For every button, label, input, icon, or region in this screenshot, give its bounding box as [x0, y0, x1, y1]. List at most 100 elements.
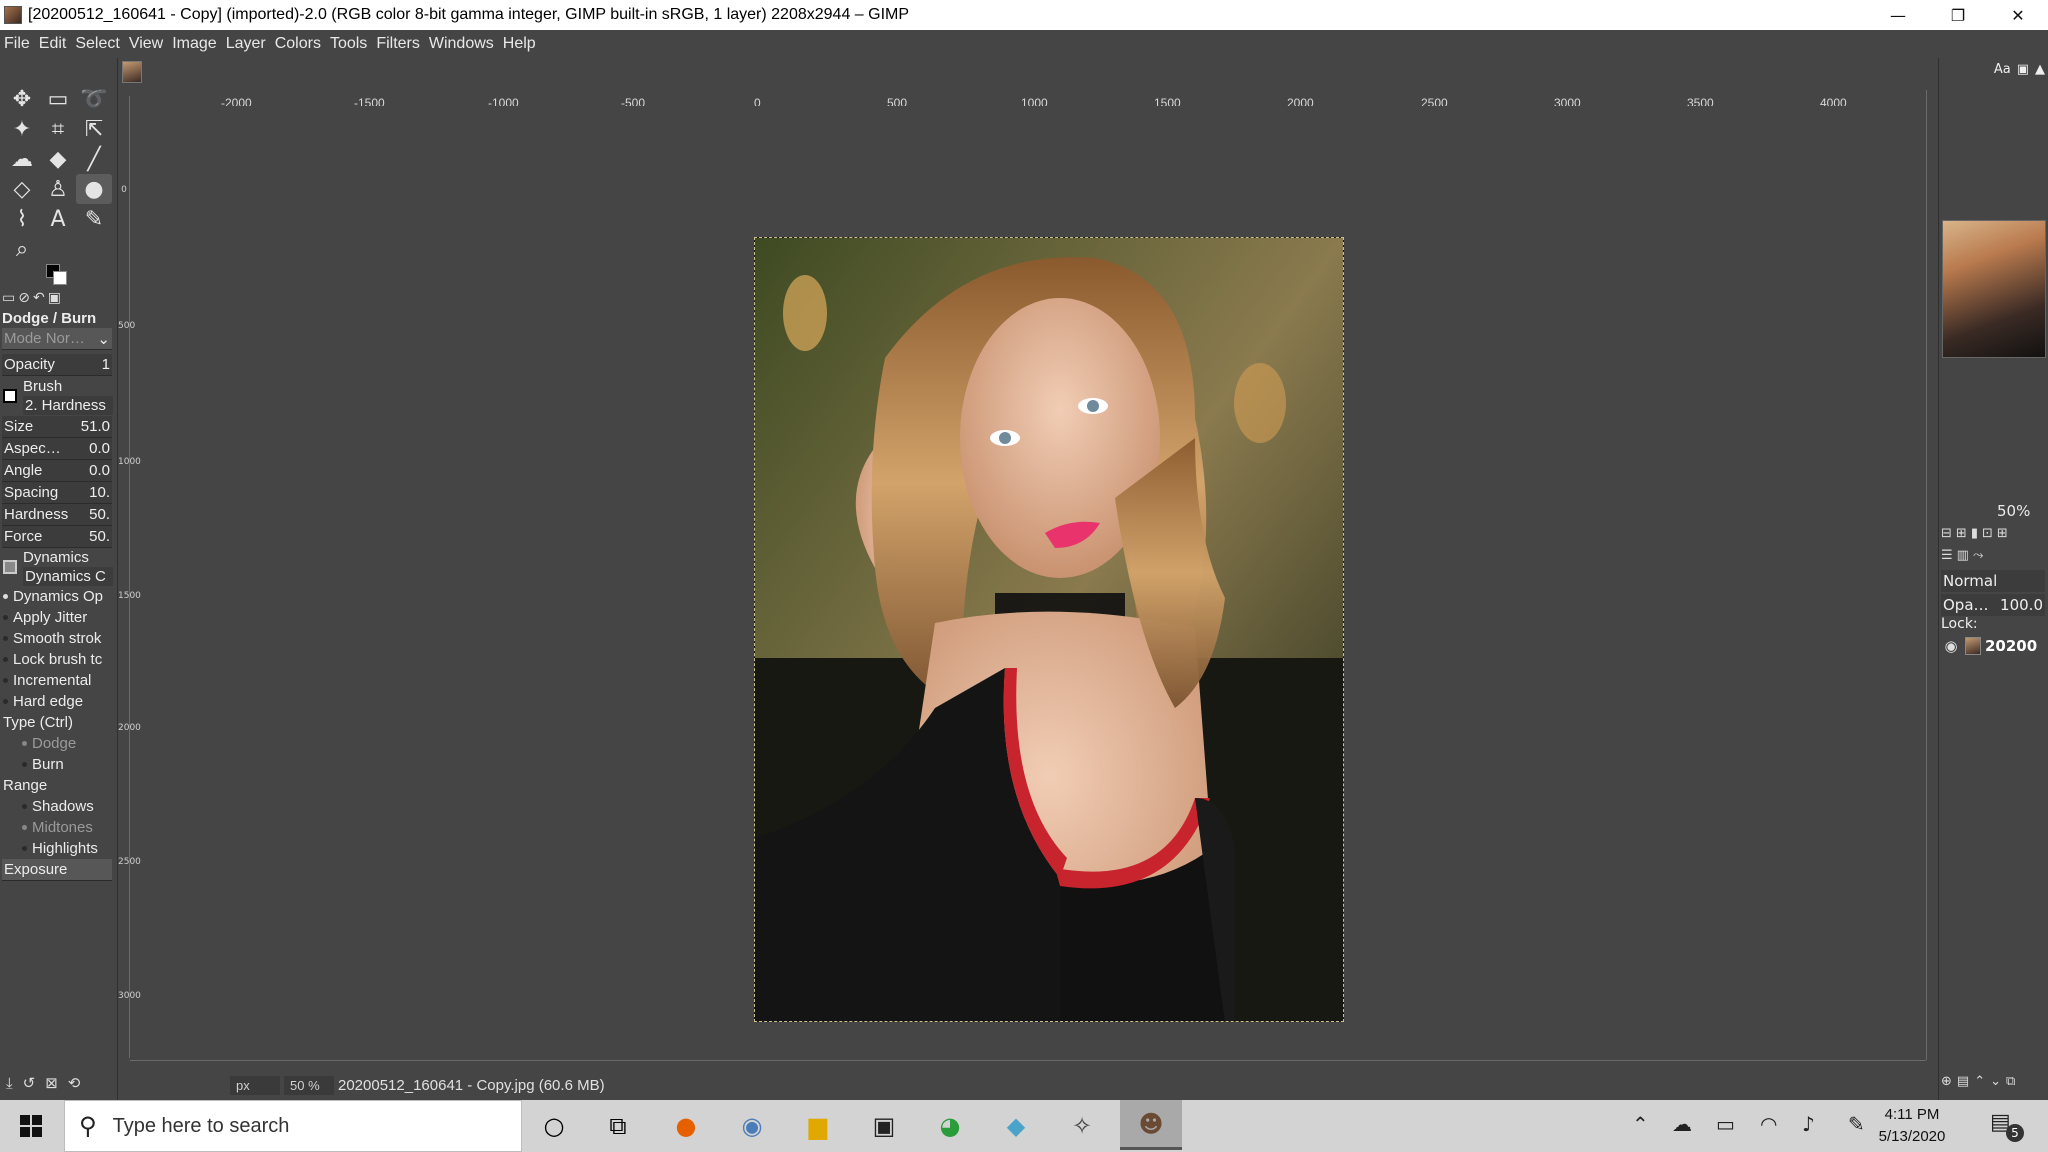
- menu-help[interactable]: Help: [499, 35, 541, 53]
- type-burn-radio[interactable]: Burn: [0, 754, 114, 775]
- range-shadows-radio[interactable]: Shadows: [0, 796, 114, 817]
- type-dodge-radio[interactable]: Dodge: [0, 733, 114, 754]
- hardness-slider[interactable]: Hardness 50.: [2, 504, 112, 526]
- layer-opacity-slider[interactable]: Opa… 100.0: [1941, 594, 2045, 616]
- layer-item[interactable]: ◉ 20200: [1941, 634, 2047, 658]
- taskbar-search-box[interactable]: ⚲ Type here to search: [64, 1100, 522, 1152]
- onedrive-cloud-icon[interactable]: ☁: [1672, 1112, 1692, 1136]
- menu-layer[interactable]: Layer: [222, 35, 271, 53]
- zoom-select[interactable]: 50 %: [284, 1075, 334, 1095]
- battery-icon[interactable]: ▭: [1716, 1112, 1735, 1136]
- incremental-checkbox[interactable]: Incremental: [0, 670, 114, 691]
- magnifier-app-icon[interactable]: ✧: [1062, 1108, 1102, 1144]
- opacity-slider[interactable]: Opacity 1: [2, 354, 112, 376]
- dynamics-options-expander[interactable]: Dynamics Op: [0, 586, 114, 607]
- paths-tab-icon[interactable]: ⤳: [1973, 548, 1983, 566]
- mode-select[interactable]: Mode Nor… ⌄: [2, 328, 112, 350]
- images-tab-icon[interactable]: ▣: [48, 290, 61, 306]
- zoom-in-icon[interactable]: ⊞: [1956, 526, 1967, 544]
- menu-select[interactable]: Select: [71, 35, 124, 53]
- dodge-burn-tool-icon[interactable]: ●: [76, 174, 112, 204]
- undo-history-tab-icon[interactable]: ↶: [33, 290, 45, 306]
- text-tool-icon[interactable]: A: [40, 204, 76, 234]
- unit-select[interactable]: px: [230, 1075, 280, 1095]
- navigation-tab-icon[interactable]: ▣: [2017, 62, 2029, 77]
- menu-filters[interactable]: Filters: [372, 35, 425, 53]
- smooth-stroke-checkbox[interactable]: Smooth strok: [0, 628, 114, 649]
- menu-view[interactable]: View: [125, 35, 168, 53]
- zoom-1-1-icon[interactable]: ▮: [1971, 526, 1978, 544]
- tool-options-tab-icon[interactable]: ▭: [2, 290, 15, 306]
- navigation-preview[interactable]: [1942, 220, 2046, 358]
- eraser-app-icon[interactable]: ◆: [996, 1108, 1036, 1144]
- layer-group-icon[interactable]: ▤: [1957, 1074, 1969, 1089]
- zoom-fit-icon[interactable]: ⊡: [1982, 526, 1993, 544]
- lasso-tool-icon[interactable]: ➰: [76, 84, 112, 114]
- cortana-icon[interactable]: ○: [534, 1108, 574, 1144]
- lower-layer-icon[interactable]: ⌄: [1990, 1074, 2001, 1089]
- volume-icon[interactable]: ♪: [1802, 1112, 1815, 1136]
- range-midtones-radio[interactable]: Midtones: [0, 817, 114, 838]
- delete-options-icon[interactable]: ⊠: [45, 1074, 58, 1092]
- vertical-scrollbar[interactable]: [1926, 90, 1936, 1060]
- new-layer-icon[interactable]: ⊕: [1941, 1074, 1952, 1089]
- warp-tool-icon[interactable]: ☁: [4, 144, 40, 174]
- restore-button[interactable]: ❐: [1928, 0, 1988, 30]
- transform-tool-icon[interactable]: ⇱: [76, 114, 112, 144]
- visibility-eye-icon[interactable]: ◉: [1941, 637, 1961, 655]
- file-explorer-icon[interactable]: ▆: [798, 1108, 838, 1144]
- task-view-icon[interactable]: ⧉: [598, 1108, 638, 1144]
- eraser-tool-icon[interactable]: ◇: [4, 174, 40, 204]
- rect-select-tool-icon[interactable]: ▭: [40, 84, 76, 114]
- aspect-slider[interactable]: Aspec… 0.0: [2, 438, 112, 460]
- photos-app-icon[interactable]: ▣: [864, 1108, 904, 1144]
- fuzzy-select-tool-icon[interactable]: ✦: [4, 114, 40, 144]
- wifi-icon[interactable]: ◠: [1760, 1112, 1777, 1136]
- action-center-button[interactable]: ▤ 5: [1990, 1110, 2024, 1142]
- menu-colors[interactable]: Colors: [271, 35, 326, 53]
- minimize-button[interactable]: —: [1868, 0, 1928, 30]
- shrink-wrap-icon[interactable]: ⊞: [1997, 526, 2008, 544]
- menu-edit[interactable]: Edit: [35, 35, 72, 53]
- duplicate-layer-icon[interactable]: ⧉: [2006, 1074, 2015, 1089]
- system-clock[interactable]: 4:11 PM 5/13/2020: [1862, 1104, 1962, 1148]
- show-hidden-icons-chevron[interactable]: ⌃: [1632, 1112, 1649, 1136]
- windows-start-button[interactable]: [0, 1100, 62, 1152]
- move-tool-icon[interactable]: ✥: [4, 84, 40, 114]
- fg-bg-colors[interactable]: [46, 264, 68, 286]
- raise-layer-icon[interactable]: ⌃: [1974, 1074, 1985, 1089]
- bucket-fill-tool-icon[interactable]: ◆: [40, 144, 76, 174]
- restore-options-icon[interactable]: ↺: [23, 1074, 36, 1092]
- menu-image[interactable]: Image: [168, 35, 221, 53]
- apply-jitter-checkbox[interactable]: Apply Jitter: [0, 607, 114, 628]
- menu-windows[interactable]: Windows: [425, 35, 499, 53]
- close-button[interactable]: ✕: [1988, 0, 2048, 30]
- crop-tool-icon[interactable]: ⌗: [40, 114, 76, 144]
- image-tab-thumbnail[interactable]: [122, 61, 142, 83]
- portrait-photo[interactable]: [754, 237, 1344, 1022]
- zoom-out-icon[interactable]: ⊟: [1941, 526, 1952, 544]
- size-slider[interactable]: Size 51.0: [2, 416, 112, 438]
- save-options-icon[interactable]: ⤓: [6, 1074, 13, 1092]
- device-status-tab-icon[interactable]: ⊘: [18, 290, 30, 306]
- menu-tools[interactable]: Tools: [326, 35, 372, 53]
- firefox-icon[interactable]: ●: [666, 1108, 706, 1144]
- horizontal-scrollbar[interactable]: [130, 1060, 1926, 1068]
- exposure-slider[interactable]: Exposure: [2, 859, 112, 881]
- menu-file[interactable]: File: [0, 35, 35, 53]
- background-color-swatch[interactable]: [53, 271, 67, 285]
- angle-slider[interactable]: Angle 0.0: [2, 460, 112, 482]
- paintbrush-tool-icon[interactable]: ╱: [76, 144, 112, 174]
- force-slider[interactable]: Force 50.: [2, 526, 112, 548]
- image-canvas[interactable]: [130, 106, 1926, 1062]
- channels-tab-icon[interactable]: ▥: [1957, 548, 1969, 566]
- range-highlights-radio[interactable]: Highlights: [0, 838, 114, 859]
- layers-tab-icon[interactable]: ☰: [1941, 548, 1953, 566]
- zoom-tool-icon[interactable]: ⌕: [4, 234, 40, 264]
- layer-mode-select[interactable]: Normal: [1941, 570, 2045, 592]
- spacing-slider[interactable]: Spacing 10.: [2, 482, 112, 504]
- camera-app-icon[interactable]: ◉: [732, 1108, 772, 1144]
- text-tab-icon[interactable]: ▲: [2035, 62, 2045, 77]
- fonts-tab-icon[interactable]: Aa: [1994, 62, 2011, 77]
- lock-brush-checkbox[interactable]: Lock brush tc: [0, 649, 114, 670]
